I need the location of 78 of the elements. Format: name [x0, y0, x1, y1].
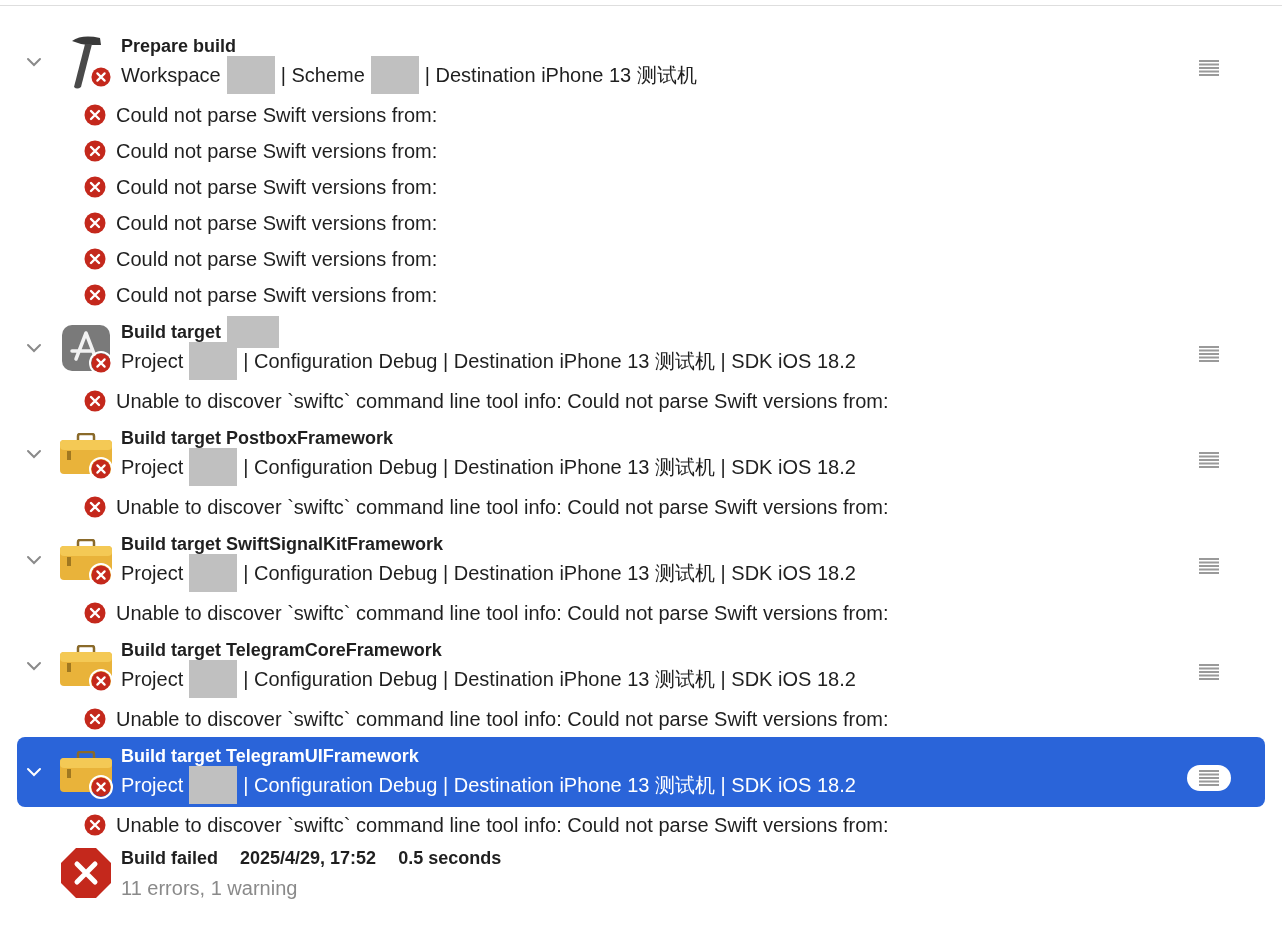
redaction-block — [189, 766, 238, 804]
build-step-row[interactable]: Build target Project | Configuration Debug | Destination iPhone 13 测试机 | SDK iOS 18.2 — [17, 313, 1265, 383]
error-icon — [84, 104, 106, 126]
error-icon — [84, 814, 106, 836]
target-details: Project — [121, 667, 184, 692]
list-icon — [1199, 770, 1219, 786]
list-icon — [1199, 452, 1219, 468]
error-icon — [84, 284, 106, 306]
error-badge-icon — [91, 353, 111, 373]
target-details: | Scheme — [280, 63, 365, 88]
redaction-block — [227, 316, 279, 348]
target-title: Build target TelegramCoreFramework — [121, 639, 442, 662]
error-message[interactable]: Could not parse Swift versions from: — [116, 136, 438, 166]
chevron-icon[interactable] — [26, 449, 42, 459]
list-icon — [1199, 346, 1219, 362]
build-step-row[interactable]: Build target SwiftSignalKitFramework Project | Configuration Debug | Destination iPhone 13 测试机 | SDK iOS 18.2 — [17, 525, 1265, 595]
error-icon — [84, 176, 106, 198]
target-details: | Destination iPhone 13 测试机 — [424, 63, 697, 88]
error-message[interactable]: Could not parse Swift versions from: — [116, 100, 438, 130]
redaction-block — [189, 342, 238, 380]
list-icon — [1199, 664, 1219, 680]
target-title: Build target SwiftSignalKitFramework — [121, 533, 444, 556]
error-message[interactable]: Unable to discover `swiftc` command line tool info: Could not parse Swift versions from: — [116, 704, 889, 734]
target-title: Build target — [121, 321, 221, 344]
list-icon — [1199, 60, 1219, 76]
error-icon — [84, 140, 106, 162]
target-details: Project — [121, 455, 184, 480]
chevron-icon[interactable] — [26, 555, 42, 565]
error-message[interactable]: Could not parse Swift versions from: — [116, 208, 438, 238]
target-details: | Configuration Debug | Destination iPhone 13 测试机 | SDK iOS 18.2 — [243, 349, 856, 374]
redaction-block — [189, 660, 238, 698]
error-message[interactable]: Could not parse Swift versions from: — [116, 244, 438, 274]
target-details: Project — [121, 349, 184, 374]
target-details: Project — [121, 561, 184, 586]
build-step-row[interactable]: Build target TelegramCoreFramework Project | Configuration Debug | Destination iPhone 13 测试机 | SDK iOS 18.2 — [17, 631, 1265, 701]
target-details: | Configuration Debug | Destination iPhone 13 测试机 | SDK iOS 18.2 — [243, 667, 856, 692]
target-details: | Configuration Debug | Destination iPhone 13 测试机 | SDK iOS 18.2 — [243, 455, 856, 480]
error-icon — [84, 212, 106, 234]
error-badge-icon — [91, 777, 111, 797]
chevron-icon[interactable] — [26, 57, 42, 67]
error-message[interactable]: Unable to discover `swiftc` command line tool info: Could not parse Swift versions from: — [116, 810, 889, 840]
target-title: Build target PostboxFramework — [121, 427, 394, 450]
error-message[interactable]: Could not parse Swift versions from: — [116, 280, 438, 310]
error-icon — [84, 496, 106, 518]
redaction-block — [370, 56, 419, 94]
redaction-block — [189, 554, 238, 592]
redaction-block — [189, 448, 238, 486]
error-stop-icon — [60, 847, 112, 899]
error-badge-icon — [91, 671, 111, 691]
error-badge-icon — [91, 67, 111, 87]
error-icon — [84, 602, 106, 624]
error-message[interactable]: Unable to discover `swiftc` command line tool info: Could not parse Swift versions from: — [116, 598, 889, 628]
error-icon — [84, 708, 106, 730]
error-badge-icon — [91, 459, 111, 479]
target-title: Build target TelegramUIFramework — [121, 745, 419, 768]
error-icon — [84, 248, 106, 270]
error-message[interactable]: Unable to discover `swiftc` command line tool info: Could not parse Swift versions from: — [116, 386, 889, 416]
error-badge-icon — [91, 565, 111, 585]
build-step-row[interactable]: Build target PostboxFramework Project | Configuration Debug | Destination iPhone 13 测试机 | SDK iOS 18.2 — [17, 419, 1265, 489]
details-button[interactable] — [1187, 765, 1231, 791]
error-icon — [84, 390, 106, 412]
list-icon — [1199, 558, 1219, 574]
error-message[interactable]: Could not parse Swift versions from: — [116, 172, 438, 202]
target-details: Workspace — [121, 63, 221, 88]
build-step-row[interactable]: Prepare build Workspace | Scheme | Destination iPhone 13 测试机 — [17, 27, 1265, 97]
build-time: 2025/4/29, 17:52 — [240, 846, 377, 870]
target-details: | Configuration Debug | Destination iPhone 13 测试机 | SDK iOS 18.2 — [243, 561, 856, 586]
issue-count: 11 errors, 1 warning — [121, 876, 299, 901]
target-details: Project — [121, 773, 184, 798]
chevron-icon[interactable] — [26, 661, 42, 671]
build-status: Build failed — [121, 846, 218, 870]
chevron-icon[interactable] — [26, 343, 42, 353]
target-details: | Configuration Debug | Destination iPhone 13 测试机 | SDK iOS 18.2 — [243, 773, 856, 798]
target-title: Prepare build — [121, 35, 237, 58]
error-message[interactable]: Unable to discover `swiftc` command line tool info: Could not parse Swift versions from: — [116, 492, 889, 522]
build-step-row[interactable]: Build target TelegramUIFramework Project | Configuration Debug | Destination iPhone 13 测试机 | SDK iOS 18.2 — [17, 737, 1265, 807]
build-duration: 0.5 seconds — [398, 846, 502, 870]
redaction-block — [226, 56, 275, 94]
